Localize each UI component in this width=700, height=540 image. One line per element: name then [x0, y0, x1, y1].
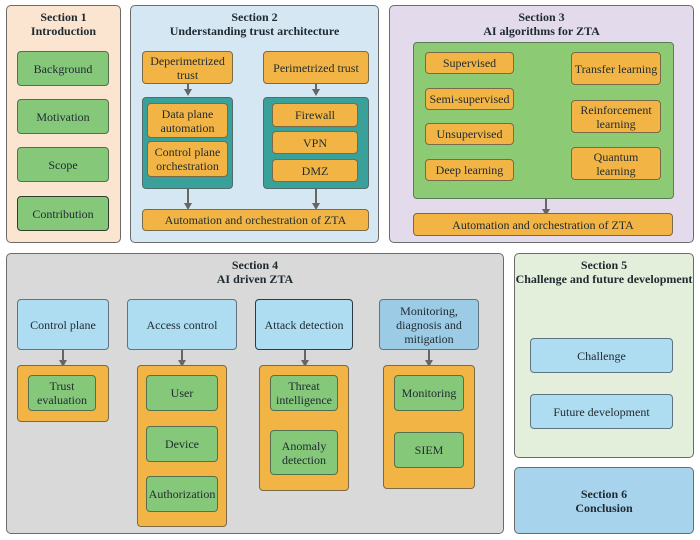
motivation-box: Motivation [17, 99, 109, 134]
background-box: Background [17, 51, 109, 86]
attack-detection-group: Threat intelligence Anomaly detection [259, 365, 349, 491]
scope-box: Scope [17, 147, 109, 182]
dmz-box: DMZ [272, 159, 358, 182]
trust-evaluation-box: Trust evaluation [28, 375, 96, 411]
perimetrized-group: Firewall VPN DMZ [263, 97, 369, 189]
section-2-trust-architecture: Section 2 Understanding trust architectu… [130, 5, 379, 243]
monitoring-box: Monitoring [394, 375, 464, 411]
siem-box: SIEM [394, 432, 464, 468]
unsupervised-box: Unsupervised [425, 123, 514, 145]
challenge-box: Challenge [530, 338, 673, 373]
future-development-box: Future development [530, 394, 673, 429]
section-2-name: Understanding trust architecture [169, 24, 340, 38]
section-5-name: Challenge and future development [515, 272, 693, 286]
authorization-box: Authorization [146, 476, 218, 512]
control-plane-box: Control plane [17, 299, 109, 350]
section-2-number: Section 2 [231, 10, 278, 24]
semi-supervised-box: Semi-supervised [425, 88, 514, 110]
section-6-name: Conclusion [575, 500, 633, 515]
section-4-title: Section 4 AI driven ZTA [7, 258, 503, 286]
deep-learning-box: Deep learning [425, 159, 514, 181]
section-3-ai-algorithms: Section 3 AI algorithms for ZTA Supervis… [389, 5, 694, 243]
anomaly-detection-box: Anomaly detection [270, 430, 338, 475]
section-4-ai-driven-zta: Section 4 AI driven ZTA Control plane Tr… [6, 253, 504, 534]
threat-intelligence-box: Threat intelligence [270, 375, 338, 411]
access-control-box: Access control [127, 299, 237, 350]
section-3-name: AI algorithms for ZTA [483, 24, 600, 38]
deperimetrized-group: Data plane automation Control plane orch… [142, 97, 233, 189]
section-6-title: Section 6 Conclusion [575, 487, 632, 515]
monitoring-group: Monitoring SIEM [383, 365, 475, 489]
firewall-box: Firewall [272, 103, 358, 127]
automation-orchestration-zta-box: Automation and orchestration of ZTA [142, 209, 369, 231]
reinforcement-learning-box: Reinforcement learning [571, 100, 661, 133]
section-1-name: Introduction [30, 24, 97, 38]
transfer-learning-box: Transfer learning [571, 52, 661, 85]
attack-detection-box: Attack detection [255, 299, 353, 350]
contribution-box: Contribution [17, 196, 109, 231]
data-plane-automation-box: Data plane automation [147, 103, 228, 138]
section-1-introduction: Section 1 Introduction Background Motiva… [6, 5, 121, 243]
section-2-title: Section 2 Understanding trust architectu… [131, 10, 378, 38]
section-4-name: AI driven ZTA [216, 272, 294, 286]
quantum-learning-box: Quantum learning [571, 147, 661, 180]
supervised-box: Supervised [425, 52, 514, 74]
control-plane-group: Trust evaluation [17, 365, 109, 422]
deperimetrized-trust-box: Deperimetrized trust [142, 51, 233, 84]
section-5-number: Section 5 [580, 258, 628, 272]
perimetrized-trust-box: Perimetrized trust [263, 51, 369, 84]
section-1-title: Section 1 Introduction [7, 10, 120, 38]
vpn-box: VPN [272, 131, 358, 154]
section-1-number: Section 1 [40, 10, 87, 24]
section-6-conclusion: Section 6 Conclusion [514, 467, 694, 534]
section-3-title: Section 3 AI algorithms for ZTA [390, 10, 693, 38]
section-5-title: Section 5 Challenge and future developme… [515, 258, 693, 286]
section-6-number: Section 6 [580, 486, 628, 501]
device-box: Device [146, 426, 218, 462]
access-control-group: User Device Authorization [137, 365, 227, 527]
ai-algorithms-group: Supervised Semi-supervised Unsupervised … [413, 42, 674, 199]
user-box: User [146, 375, 218, 411]
section-5-challenge-future: Section 5 Challenge and future developme… [514, 253, 694, 458]
control-plane-orchestration-box: Control plane orchestration [147, 141, 228, 177]
section-3-number: Section 3 [518, 10, 565, 24]
monitoring-diagnosis-mitigation-box: Monitoring, diagnosis and mitigation [379, 299, 479, 350]
automation-orchestration-zta-box: Automation and orchestration of ZTA [413, 213, 673, 236]
section-4-number: Section 4 [231, 258, 279, 272]
